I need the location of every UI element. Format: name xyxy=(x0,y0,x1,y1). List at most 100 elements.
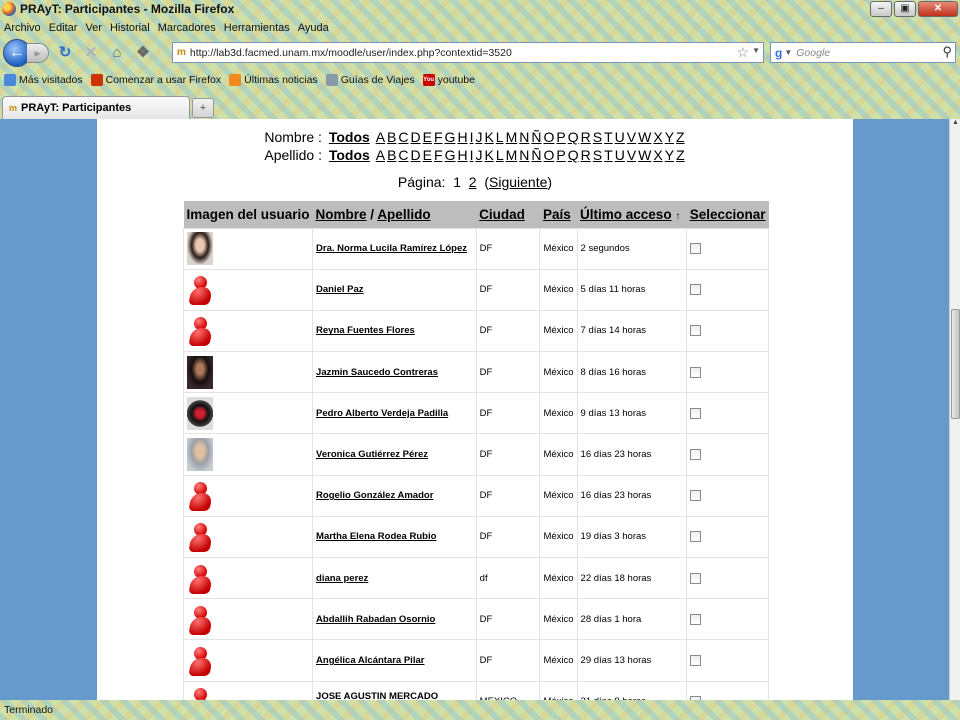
user-name-link[interactable]: Rogelio González Amador xyxy=(312,474,477,517)
initial-letter-link[interactable]: C xyxy=(398,147,408,163)
initial-letter-link[interactable]: U xyxy=(615,147,625,163)
bookmark-star-icon[interactable]: ☆ xyxy=(736,44,749,61)
initial-letter-link[interactable]: K xyxy=(484,147,493,163)
initial-letter-link[interactable]: S xyxy=(593,129,602,145)
user-name-link[interactable]: Abdallih Rabadan Osornio xyxy=(312,598,477,641)
initial-letter-link[interactable]: E xyxy=(423,129,432,145)
sort-apellido-link[interactable]: Apellido xyxy=(377,207,430,222)
initial-letter-link[interactable]: A xyxy=(376,129,385,145)
tab-participantes[interactable]: m PRAyT: Participantes xyxy=(2,96,190,119)
initial-letter-link[interactable]: X xyxy=(653,129,662,145)
default-user-icon[interactable] xyxy=(187,562,213,595)
select-all-link[interactable]: Seleccionar xyxy=(690,207,766,222)
search-engine-icon[interactable]: g xyxy=(775,46,782,60)
user-name-link[interactable]: Angélica Alcántara Pilar xyxy=(312,639,477,682)
default-user-icon[interactable] xyxy=(187,273,213,306)
initial-letter-link[interactable]: R xyxy=(581,129,591,145)
initial-letter-link[interactable]: G xyxy=(445,129,456,145)
user-name-link[interactable]: diana perez xyxy=(312,556,477,600)
search-icon[interactable]: ⚲ xyxy=(942,44,952,60)
select-checkbox[interactable] xyxy=(690,654,702,666)
user-photo[interactable] xyxy=(187,396,213,430)
vertical-scrollbar[interactable]: ▲ xyxy=(949,119,960,700)
initial-todos-link[interactable]: Todos xyxy=(329,129,370,145)
addon-button[interactable]: ❖ xyxy=(133,43,153,63)
menu-item-2[interactable]: Ver xyxy=(85,22,102,34)
select-checkbox[interactable] xyxy=(690,490,702,502)
initial-letter-link[interactable]: M xyxy=(506,147,518,163)
select-checkbox[interactable] xyxy=(690,449,702,461)
initial-letter-link[interactable]: P xyxy=(556,129,565,145)
menu-item-3[interactable]: Historial xyxy=(110,22,150,34)
initial-letter-link[interactable]: L xyxy=(496,129,504,145)
initial-letter-link[interactable]: V xyxy=(627,129,636,145)
initial-letter-link[interactable]: A xyxy=(376,147,385,163)
initial-letter-link[interactable]: O xyxy=(544,147,555,163)
menu-item-6[interactable]: Ayuda xyxy=(298,22,329,34)
user-name-link[interactable]: Martha Elena Rodea Rubio xyxy=(312,515,477,559)
initial-letter-link[interactable]: Z xyxy=(676,129,685,145)
url-dropdown-icon[interactable]: ▼ xyxy=(752,46,760,55)
initial-letter-link[interactable]: J xyxy=(475,129,482,145)
initial-letter-link[interactable]: I xyxy=(470,147,474,163)
sort-nombre-link[interactable]: Nombre xyxy=(316,207,367,222)
initial-letter-link[interactable]: W xyxy=(638,147,651,163)
initial-letter-link[interactable]: T xyxy=(604,129,613,145)
home-button[interactable]: ⌂ xyxy=(107,43,127,63)
search-box[interactable]: g ▼ Google ⚲ xyxy=(770,42,956,63)
menu-item-4[interactable]: Marcadores xyxy=(158,22,216,34)
default-user-icon[interactable] xyxy=(187,685,213,700)
initial-letter-link[interactable]: P xyxy=(556,147,565,163)
bookmark-item-1[interactable]: Comenzar a usar Firefox xyxy=(90,74,221,86)
initial-letter-link[interactable]: Z xyxy=(676,147,685,163)
initial-letter-link[interactable]: W xyxy=(638,129,651,145)
initial-letter-link[interactable]: F xyxy=(434,147,443,163)
user-name-link[interactable]: Reyna Fuentes Flores xyxy=(312,309,477,353)
default-user-icon[interactable] xyxy=(187,603,213,636)
bookmark-item-3[interactable]: Guías de Viajes xyxy=(325,74,415,86)
initial-letter-link[interactable]: R xyxy=(581,147,591,163)
select-checkbox[interactable] xyxy=(690,243,702,255)
initial-letter-link[interactable]: E xyxy=(423,147,432,163)
menu-item-0[interactable]: Archivo xyxy=(4,22,41,34)
sort-ultimo-link[interactable]: Último acceso xyxy=(580,207,672,222)
default-user-icon[interactable] xyxy=(187,520,213,553)
user-name-link[interactable]: JOSE AGUSTIN MERCADO ARELLANO xyxy=(312,680,477,700)
initial-letter-link[interactable]: B xyxy=(387,129,396,145)
menu-item-5[interactable]: Herramientas xyxy=(224,22,290,34)
user-photo[interactable] xyxy=(187,355,213,389)
initial-letter-link[interactable]: B xyxy=(387,147,396,163)
forward-button[interactable]: ▸ xyxy=(27,42,49,63)
menu-item-1[interactable]: Editar xyxy=(49,22,78,34)
maximize-button[interactable]: ▣ xyxy=(894,1,916,17)
initial-letter-link[interactable]: G xyxy=(445,147,456,163)
initial-letter-link[interactable]: S xyxy=(593,147,602,163)
initial-letter-link[interactable]: C xyxy=(398,129,408,145)
search-input[interactable]: Google xyxy=(796,47,830,59)
sort-ciudad-link[interactable]: Ciudad xyxy=(479,207,525,222)
initial-letter-link[interactable]: H xyxy=(457,147,467,163)
initial-letter-link[interactable]: N xyxy=(519,129,529,145)
select-checkbox[interactable] xyxy=(690,366,702,378)
initial-letter-link[interactable]: I xyxy=(470,129,474,145)
minimize-button[interactable]: ‒ xyxy=(870,1,892,17)
default-user-icon[interactable] xyxy=(187,479,213,512)
bookmark-item-4[interactable]: You youtube xyxy=(422,74,475,86)
initial-letter-link[interactable]: N xyxy=(519,147,529,163)
search-engine-dropdown-icon[interactable]: ▼ xyxy=(784,48,792,57)
user-name-link[interactable]: Dra. Norma Lucila Ramírez López xyxy=(312,227,477,270)
user-photo[interactable] xyxy=(187,232,213,266)
initial-letter-link[interactable]: D xyxy=(411,147,421,163)
sort-pais-link[interactable]: País xyxy=(543,207,571,222)
select-checkbox[interactable] xyxy=(690,613,702,625)
user-name-link[interactable]: Pedro Alberto Verdeja Padilla xyxy=(312,392,477,435)
initial-letter-link[interactable]: Q xyxy=(568,147,579,163)
user-name-link[interactable]: Daniel Paz xyxy=(312,268,477,311)
initial-letter-link[interactable]: L xyxy=(496,147,504,163)
close-button[interactable]: ✕ xyxy=(918,1,958,17)
initial-letter-link[interactable]: F xyxy=(434,129,443,145)
initial-letter-link[interactable]: K xyxy=(484,129,493,145)
initial-letter-link[interactable]: V xyxy=(627,147,636,163)
select-checkbox[interactable] xyxy=(690,572,702,584)
initial-letter-link[interactable]: Ñ xyxy=(531,147,541,163)
